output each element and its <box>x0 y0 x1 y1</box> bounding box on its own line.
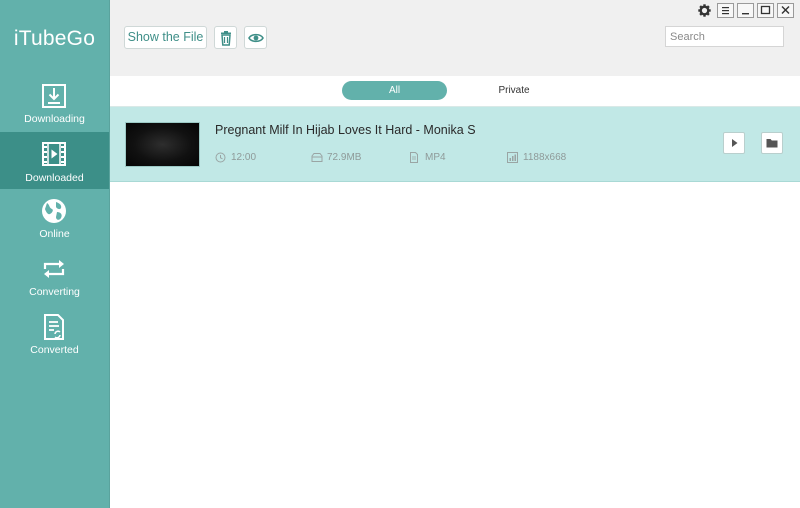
delete-button[interactable] <box>214 26 237 49</box>
minimize-icon <box>738 4 753 17</box>
size-value: 72.9MB <box>327 152 361 163</box>
settings-button[interactable] <box>696 3 713 18</box>
sidebar-item-converted[interactable]: Converted <box>0 309 109 366</box>
app-logo: iTubeGo <box>0 27 109 51</box>
trash-icon <box>218 30 234 46</box>
preview-button[interactable] <box>244 26 267 49</box>
sidebar-item-label: Converting <box>0 286 109 298</box>
film-icon <box>40 140 68 168</box>
format-value: MP4 <box>425 152 446 163</box>
resolution-icon <box>507 152 518 163</box>
show-file-button[interactable]: Show the File <box>124 26 207 49</box>
tab-private[interactable]: Private <box>479 81 549 100</box>
open-folder-button[interactable] <box>761 132 783 154</box>
tab-all[interactable]: All <box>342 81 447 100</box>
sidebar-item-online[interactable]: Online <box>0 193 109 250</box>
convert-icon <box>40 255 68 283</box>
sidebar-item-downloading[interactable]: Downloading <box>0 78 109 135</box>
eye-icon <box>248 30 264 46</box>
storage-icon <box>311 152 323 163</box>
globe-icon <box>40 197 68 225</box>
file-format-icon <box>409 152 419 163</box>
gear-icon <box>696 3 713 18</box>
sidebar-item-downloaded[interactable]: Downloaded <box>0 132 109 189</box>
minimize-button[interactable] <box>737 3 754 18</box>
sidebar-item-label: Downloaded <box>0 172 109 184</box>
menu-button[interactable] <box>717 3 734 18</box>
close-button[interactable] <box>777 3 794 18</box>
sidebar-item-converting[interactable]: Converting <box>0 251 109 308</box>
resolution-value: 1188x668 <box>523 152 566 163</box>
sidebar-item-label: Converted <box>0 344 109 356</box>
menu-icon <box>718 4 733 17</box>
download-icon <box>40 82 68 110</box>
close-icon <box>778 4 793 17</box>
play-button[interactable] <box>723 132 745 154</box>
sidebar-item-label: Downloading <box>0 113 109 125</box>
converted-file-icon <box>40 313 68 341</box>
app-window: iTubeGo Downloading <box>0 0 800 508</box>
maximize-button[interactable] <box>757 3 774 18</box>
video-thumbnail[interactable] <box>125 122 200 167</box>
sidebar-divider <box>109 0 110 508</box>
file-row[interactable]: Pregnant Milf In Hijab Loves It Hard - M… <box>109 107 800 182</box>
search-input[interactable] <box>665 26 784 47</box>
file-title: Pregnant Milf In Hijab Loves It Hard - M… <box>215 123 476 137</box>
folder-icon <box>765 136 779 150</box>
maximize-icon <box>758 4 773 17</box>
sidebar: iTubeGo Downloading <box>0 0 109 508</box>
clock-icon <box>215 152 226 163</box>
duration-value: 12:00 <box>231 152 256 163</box>
sidebar-item-label: Online <box>0 228 109 240</box>
filter-bar: All Private <box>109 76 800 107</box>
toolbar: Show the File <box>109 0 800 76</box>
play-icon <box>727 136 741 150</box>
